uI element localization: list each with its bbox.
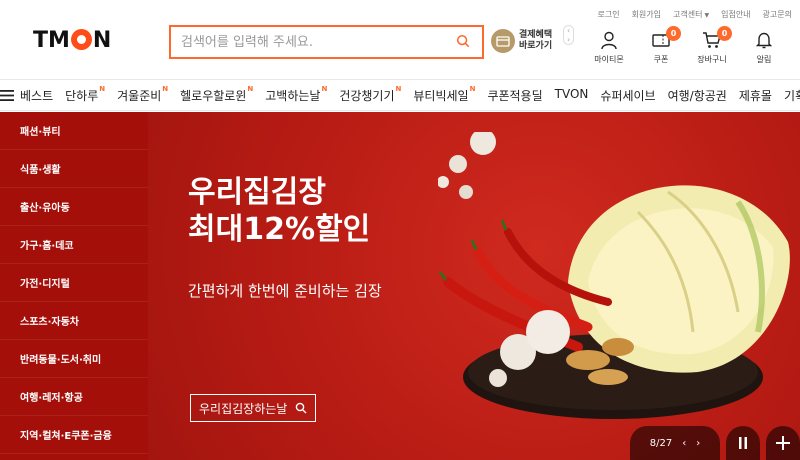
wallet-icon (491, 29, 515, 53)
banner-title: 우리집김장 최대12%할인 (188, 175, 371, 247)
hero-banner[interactable]: 우리집김장 최대12%할인 간편하게 한번에 준비하는 김장 우리집김장하는날 … (148, 112, 800, 460)
nav-item-label: TVON (554, 86, 589, 101)
nav-item-label: 겨울준비 (117, 88, 162, 103)
store-info-link[interactable]: 입점안내 (721, 9, 750, 20)
category-item[interactable]: 지역·컬쳐·E쿠폰·금융 (0, 416, 148, 454)
nav-item-label: 쿠폰적용딜 (487, 88, 543, 103)
pay-slide-arrows-icon[interactable]: ‹ › (563, 25, 575, 45)
new-badge: N (247, 84, 254, 93)
cart-count-badge: 0 (717, 26, 732, 41)
coupon-count-badge: 0 (666, 26, 681, 41)
category-item[interactable]: 여행·레저·항공 (0, 378, 148, 416)
nav-item[interactable]: 베스트 (14, 87, 59, 104)
category-item[interactable]: 출산·유아동 (0, 188, 148, 226)
banner-cta-label: 우리집김장하는날 (199, 401, 288, 416)
category-sidebar: 패션·뷰티 식품·생활 출산·유아동 가구·홈·데코 가전·디지털 스포츠·자동차 반려동물… (0, 112, 148, 460)
banner-pager: 8/27 ‹ › (630, 426, 720, 460)
my-page-label: 마이티몬 (594, 55, 624, 64)
nav-item[interactable]: 고백하는날N (259, 84, 333, 104)
pay-label-line1: 결제혜택 (519, 30, 553, 40)
banner-controls: 8/27 ‹ › (630, 426, 800, 460)
signup-link[interactable]: 회원가입 (632, 9, 661, 20)
category-item[interactable]: 가전·디지털 (0, 264, 148, 302)
nav-item[interactable]: 제휴몰 (733, 87, 778, 104)
nav-item-label: 기획전 (783, 88, 800, 103)
category-item[interactable]: 가구·홈·데코 (0, 226, 148, 264)
banner-cta-button[interactable]: 우리집김장하는날 (190, 394, 317, 422)
search-box (169, 25, 484, 59)
category-item[interactable]: 패션·뷰티 (0, 112, 148, 150)
category-item[interactable]: 식품·생활 (0, 150, 148, 188)
category-item[interactable]: 스포츠·자동차 (0, 302, 148, 340)
nav-items: 베스트 단하루N 겨울준비N 헬로우할로윈N 고백하는날N 건강챙기기N 뷰티빅세일N 쿠폰적… (14, 84, 800, 104)
banner-subtitle: 간편하게 한번에 준비하는 김장 (188, 282, 382, 300)
prev-arrow-icon[interactable]: ‹ (682, 438, 686, 449)
category-item[interactable]: 반려동물·도서·취미 (0, 340, 148, 378)
nav-item[interactable]: 쿠폰적용딜 (481, 87, 548, 104)
alarm-label: 알림 (756, 55, 772, 64)
nav-item[interactable]: 겨울준비N (111, 84, 174, 104)
next-arrow-icon[interactable]: › (696, 438, 700, 449)
logo-text-post: N (92, 28, 112, 53)
search-input[interactable] (171, 27, 441, 57)
nav-item-label: 베스트 (20, 88, 54, 103)
search-icon (296, 402, 307, 414)
new-badge: N (395, 84, 402, 93)
pause-button[interactable] (726, 426, 760, 460)
coupon-button[interactable]: 0 쿠폰 (638, 26, 684, 65)
nav-item[interactable]: 헬로우할로윈N (174, 84, 259, 104)
cart-button[interactable]: 0 장바구니 (689, 26, 735, 65)
nav-item-label: 여행/항공권 (667, 88, 727, 103)
nav-item-label: 제휴몰 (738, 88, 772, 103)
my-page-button[interactable]: 마이티몬 (586, 30, 632, 65)
cart-label: 장바구니 (697, 55, 727, 64)
pay-label-line2: 바로가기 (519, 41, 553, 51)
nav-item-label: 슈퍼세이브 (600, 88, 656, 103)
expand-button[interactable] (766, 426, 800, 460)
utility-links: 로그인 회원가입 고객센터 ▼ 입점안내 광고문의 (597, 9, 792, 20)
login-link[interactable]: 로그인 (597, 9, 619, 20)
nav-item-label: 뷰티빅세일 (413, 88, 469, 103)
nav-item-label: 단하루 (65, 88, 99, 103)
new-badge: N (469, 84, 476, 93)
kimchi-cabbage-image (438, 132, 790, 419)
nav-item[interactable]: 건강챙기기N (333, 84, 407, 104)
ad-inquiry-link[interactable]: 광고문의 (763, 9, 792, 20)
hamburger-menu-icon[interactable] (0, 89, 14, 101)
banner-page-indicator: 8/27 (649, 437, 673, 449)
customer-center-link[interactable]: 고객센터 ▼ (673, 9, 709, 20)
tmon-logo[interactable]: TM N (33, 28, 111, 53)
new-badge: N (321, 84, 328, 93)
logo-text-pre: TM (33, 28, 70, 53)
coupon-label: 쿠폰 (653, 55, 669, 64)
nav-item[interactable]: 슈퍼세이브 (594, 87, 661, 104)
plus-icon (776, 436, 790, 450)
nav-item-label: 고백하는날 (265, 88, 321, 103)
bell-icon (755, 32, 773, 49)
nav-item[interactable]: TVON (549, 87, 595, 104)
nav-item-label: 건강챙기기 (339, 88, 395, 103)
new-badge: N (99, 84, 106, 93)
nav-item[interactable]: 뷰티빅세일N (407, 84, 481, 104)
caret-down-icon: ▼ (704, 12, 710, 19)
nav-item[interactable]: 단하루N (59, 84, 111, 104)
payment-benefit-link[interactable]: 결제혜택 바로가기 ‹ › (491, 25, 575, 53)
search-icon[interactable] (456, 34, 470, 48)
logo-o-mark (70, 29, 92, 50)
alarm-button[interactable]: 알림 (741, 30, 787, 65)
pause-icon (739, 437, 747, 449)
nav-item[interactable]: 여행/항공권 (662, 87, 733, 104)
main-nav: 베스트 단하루N 겨울준비N 헬로우할로윈N 고백하는날N 건강챙기기N 뷰티빅세일N 쿠폰적… (0, 79, 800, 111)
user-icon (601, 31, 617, 50)
new-badge: N (162, 84, 169, 93)
nav-item-label: 헬로우할로윈 (180, 88, 247, 103)
customer-center-label: 고객센터 (673, 10, 703, 19)
nav-item[interactable]: 기획전 (778, 87, 800, 104)
